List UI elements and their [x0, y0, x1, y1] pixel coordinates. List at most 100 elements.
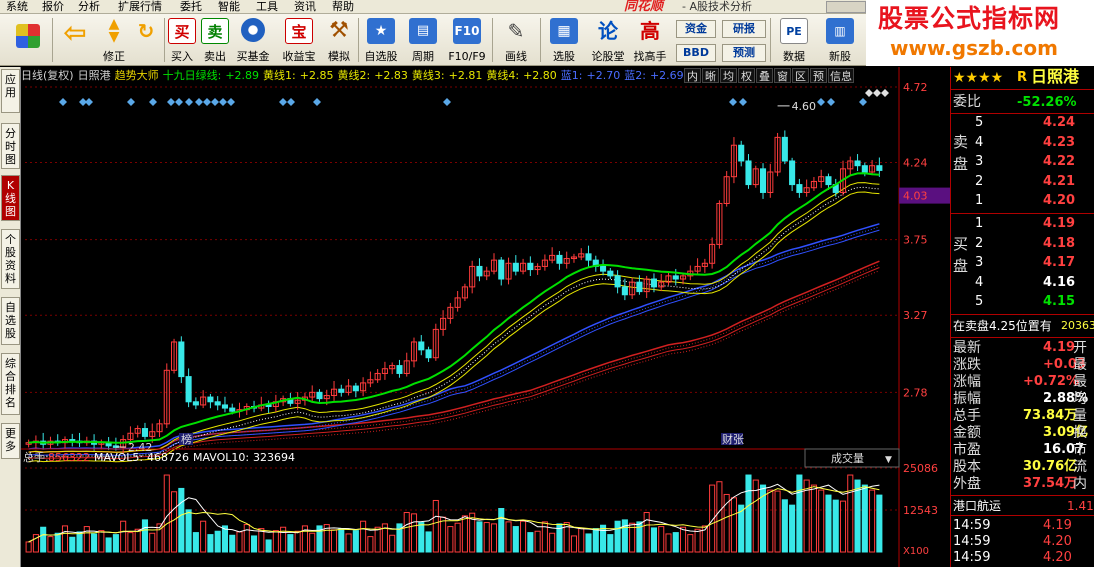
chart-tool-button[interactable]: 信息	[828, 68, 854, 83]
menu-extended[interactable]: 扩展行情	[118, 0, 162, 14]
candle-body	[759, 168, 767, 193]
tab-watchlist[interactable]: 自选股	[1, 297, 20, 345]
chart-tool-button[interactable]: 晰	[702, 68, 719, 83]
chart-tool-button[interactable]: 内	[684, 68, 701, 83]
pencil-icon: ✎	[507, 19, 525, 43]
volume-bar	[200, 520, 207, 553]
menu-order[interactable]: 委托	[180, 0, 202, 14]
cycle-button[interactable]: ▤ 周期	[404, 16, 442, 64]
volume-bar	[258, 528, 265, 553]
sell-button[interactable]: 卖 卖出	[199, 16, 231, 64]
signal-diamond	[149, 98, 157, 106]
volume-bar	[127, 532, 134, 553]
menu-tools[interactable]: 工具	[256, 0, 278, 14]
header-item: +2.70	[586, 69, 621, 82]
menu-quote[interactable]: 报价	[42, 0, 64, 14]
kline-chart-panel[interactable]: 4.72 4.24 3.75 3.27 2.78 4.03 4.60 2.42 榜财张 总手: 85…	[21, 67, 950, 567]
earn-button[interactable]: 宝 收益宝	[278, 16, 320, 64]
refresh-button[interactable]: ↻	[130, 16, 162, 64]
sell-price: 4.24	[1043, 115, 1076, 130]
forecast-button[interactable]: 预测	[722, 44, 766, 62]
tab-intraday[interactable]: 分时图	[1, 123, 20, 169]
menu-system[interactable]: 系统	[6, 0, 28, 14]
volume-bar	[549, 532, 556, 553]
fund-flow-button[interactable]: 资金	[676, 20, 716, 38]
volume-bar	[650, 527, 658, 553]
signal-diamond	[859, 98, 867, 106]
bbd-button[interactable]: BBD	[676, 44, 716, 62]
high-button[interactable]: 高 找高手	[630, 16, 670, 64]
f10-button[interactable]: F10 F10/F9	[444, 16, 490, 64]
price-tick-label: 4.24	[903, 157, 928, 170]
candle-body	[861, 165, 868, 173]
window-controls[interactable]	[826, 1, 866, 13]
sell-price: 4.20	[1043, 193, 1076, 208]
volume-bar	[309, 532, 316, 553]
tab-kline[interactable]: K线图	[1, 175, 20, 221]
stat-side-label: 内	[1073, 476, 1087, 492]
candle-body	[672, 275, 679, 280]
volume-bar	[367, 536, 374, 553]
tab-ranking[interactable]: 综合排名	[1, 353, 20, 415]
kline-chart[interactable]: 4.724.243.753.272.784.034.602.42榜 财张总手: 85…	[21, 67, 950, 567]
candle-body	[498, 259, 505, 280]
earn-icon: 宝	[285, 18, 313, 44]
tab-apps[interactable]: 应用	[1, 69, 20, 113]
tab-stock-profile[interactable]: 个股资料	[1, 229, 20, 289]
menu-help[interactable]: 帮助	[332, 0, 354, 14]
signal-diamond	[127, 98, 135, 106]
menu-analysis[interactable]: 分析	[78, 0, 100, 14]
menu-news[interactable]: 资讯	[294, 0, 316, 14]
tab-more[interactable]: 更多	[1, 423, 20, 459]
header-item: 日照港	[77, 69, 111, 82]
volume-bar	[825, 494, 832, 553]
volume-bar	[61, 525, 69, 553]
chart-tool-button[interactable]: 区	[792, 68, 809, 83]
yellow-band-line	[28, 191, 880, 463]
volume-selector: 成交量	[831, 451, 864, 465]
stat-label: 最新	[953, 340, 981, 356]
candle-body	[556, 254, 563, 264]
chart-tool-button[interactable]: 叠	[756, 68, 773, 83]
volume-bar	[149, 532, 156, 553]
layout-icon	[16, 24, 40, 48]
volume-bar	[461, 515, 468, 553]
buy-button[interactable]: 买 买入	[166, 16, 198, 64]
volume-bar	[694, 528, 701, 553]
draw-button[interactable]: ✎ 画线	[494, 16, 538, 64]
buy-fund-button[interactable]: 买基金	[232, 16, 274, 64]
new-stock-button[interactable]: ▥ 新股	[818, 16, 862, 64]
volume-bar	[54, 532, 61, 553]
chevron-down-icon: ▼	[885, 455, 892, 465]
header-item: 蓝1:	[560, 69, 583, 82]
sector-name[interactable]: 港口航运	[953, 498, 1001, 514]
signal-diamond	[59, 98, 67, 106]
back-button[interactable]: ⇦	[58, 16, 92, 64]
chart-tool-button[interactable]: 窗	[774, 68, 791, 83]
app-logo: 同花顺	[624, 0, 664, 14]
chart-tool-button[interactable]: 权	[738, 68, 755, 83]
volume-bar	[505, 521, 512, 553]
candle-body	[185, 376, 192, 403]
volume-bar	[178, 487, 185, 553]
select-stock-button[interactable]: ▦ 选股	[542, 16, 586, 64]
data-button[interactable]: PE 数据	[772, 16, 816, 64]
forum-button[interactable]: 论 论股堂	[588, 16, 628, 64]
layout-button[interactable]	[8, 16, 48, 64]
fix-button[interactable]: ▲ ▼ 修正	[96, 16, 132, 64]
candle-body	[512, 262, 519, 272]
menu-smart[interactable]: 智能	[218, 0, 240, 14]
sell-level: 2	[975, 173, 984, 189]
chart-tool-button[interactable]: 预	[810, 68, 827, 83]
tick-price: 4.19	[1043, 518, 1072, 533]
weibi-label: 委比	[953, 94, 981, 110]
watchlist-button[interactable]: ★ 自选股	[360, 16, 402, 64]
volume-bar	[76, 531, 83, 553]
candle-body	[338, 388, 345, 393]
research-button[interactable]: 研报	[722, 20, 766, 38]
chart-tool-button[interactable]: 均	[720, 68, 737, 83]
tick-time: 14:59	[953, 518, 991, 533]
simulate-button[interactable]: ⚒ 模拟	[322, 16, 356, 64]
candle-body	[614, 275, 621, 288]
volume-bar	[287, 534, 294, 553]
